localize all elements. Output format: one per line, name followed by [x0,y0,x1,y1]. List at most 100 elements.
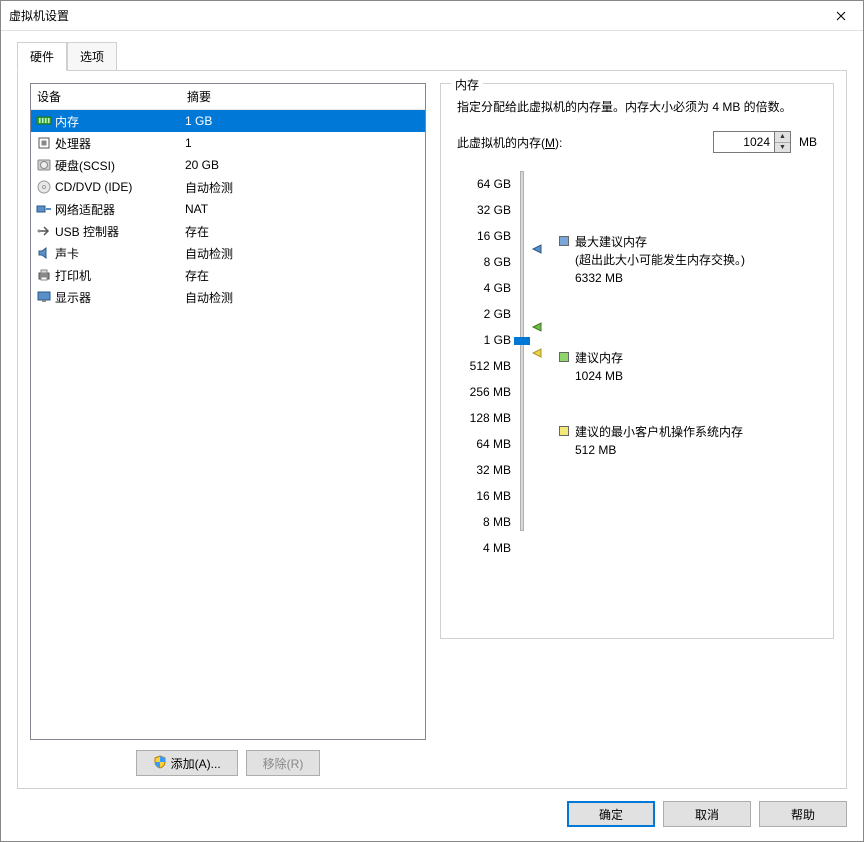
usb-icon [35,223,53,239]
tick-label: 16 GB [477,223,511,249]
tick-label: 128 MB [470,405,511,431]
device-row-printer[interactable]: 打印机存在 [31,264,425,286]
tick-label: 8 GB [484,249,511,275]
right-pane: 内存 指定分配给此虚拟机的内存量。内存大小必须为 4 MB 的倍数。 此虚拟机的… [440,83,834,776]
tick-label: 256 MB [470,379,511,405]
hdd-icon [35,157,53,173]
add-label: 添加(A)... [171,755,221,772]
memory-slider-area: 64 GB32 GB16 GB8 GB4 GB2 GB1 GB 512 MB 256… [457,171,817,561]
tick-label: 64 MB [476,431,511,457]
device-rows: 内存1 GB处理器1硬盘(SCSI)20 GBCD/DVD (IDE)自动检测网… [31,110,425,739]
memory-input[interactable] [713,131,775,153]
nic-icon [35,201,53,217]
triangle-left-icon [531,243,543,255]
device-summary: 自动检测 [185,179,421,196]
legend-min: 建议的最小客户机操作系统内存 512 MB [559,423,743,459]
device-row-cpu[interactable]: 处理器1 [31,132,425,154]
marker-min [531,347,543,359]
square-icon [559,236,569,246]
device-row-display[interactable]: 显示器自动检测 [31,286,425,308]
device-summary: 自动检测 [185,289,421,306]
col-device: 设备 [37,88,187,105]
shield-icon [153,755,167,772]
ok-button[interactable]: 确定 [567,801,655,827]
tick-label: 16 MB [476,483,511,509]
legend-min-title: 建议的最小客户机操作系统内存 [575,423,743,441]
triangle-left-icon [531,347,543,359]
cpu-icon [35,135,53,151]
titlebar: 虚拟机设置 [1,1,863,31]
tick-label: 1 GB [484,327,511,353]
legend: 最大建议内存 (超出此大小可能发生内存交换。) 6332 MB 建议内存 102… [559,171,817,561]
memory-spinner: ▲ ▼ [713,131,791,153]
spinner-arrows: ▲ ▼ [775,131,791,153]
remove-button: 移除(R) [246,750,321,776]
device-summary: NAT [185,202,421,216]
memory-unit: MB [799,135,817,149]
device-name: 打印机 [55,267,185,284]
slider-markers [531,171,549,561]
device-row-memory[interactable]: 内存1 GB [31,110,425,132]
remove-label: 移除(R) [263,755,304,772]
spinner-up[interactable]: ▲ [775,132,790,143]
device-name: USB 控制器 [55,223,185,240]
cd-icon [35,179,53,195]
device-name: 内存 [55,113,185,130]
help-button[interactable]: 帮助 [759,801,847,827]
tick-label: 64 GB [477,171,511,197]
device-row-usb[interactable]: USB 控制器存在 [31,220,425,242]
cancel-button[interactable]: 取消 [663,801,751,827]
memory-title: 内存 [451,76,483,93]
legend-rec-title: 建议内存 [575,349,623,367]
slider-track[interactable] [517,171,527,561]
tick-label: 32 GB [477,197,511,223]
left-buttons: 添加(A)... 移除(R) [30,750,426,776]
device-name: 显示器 [55,289,185,306]
spinner-down[interactable]: ▼ [775,143,790,153]
close-icon [836,11,846,21]
device-summary: 20 GB [185,158,421,172]
device-summary: 1 GB [185,114,421,128]
memory-input-label: 此虚拟机的内存(M): [457,134,562,151]
device-list: 设备 摘要 内存1 GB处理器1硬盘(SCSI)20 GBCD/DVD (IDE… [30,83,426,740]
legend-max-value: 6332 MB [575,269,745,287]
device-row-hdd[interactable]: 硬盘(SCSI)20 GB [31,154,425,176]
add-button[interactable]: 添加(A)... [136,750,238,776]
tab-options[interactable]: 选项 [67,42,117,71]
device-list-header: 设备 摘要 [31,84,425,110]
memory-input-row: 此虚拟机的内存(M): ▲ ▼ MB [457,131,817,153]
legend-rec-value: 1024 MB [575,367,623,385]
memory-groupbox: 内存 指定分配给此虚拟机的内存量。内存大小必须为 4 MB 的倍数。 此虚拟机的… [440,83,834,639]
col-summary: 摘要 [187,88,419,105]
legend-max-note: (超出此大小可能发生内存交换。) [575,251,745,269]
tab-body: 设备 摘要 内存1 GB处理器1硬盘(SCSI)20 GBCD/DVD (IDE… [17,70,847,789]
marker-max [531,243,543,255]
slider-thumb[interactable] [514,337,530,345]
device-row-sound[interactable]: 声卡自动检测 [31,242,425,264]
device-name: 网络适配器 [55,201,185,218]
device-name: CD/DVD (IDE) [55,180,185,194]
printer-icon [35,267,53,283]
vm-settings-window: 虚拟机设置 硬件 选项 设备 摘要 内存1 GB处理器1硬盘(SCSI)20 G… [0,0,864,842]
legend-min-value: 512 MB [575,441,743,459]
square-icon [559,426,569,436]
close-button[interactable] [818,1,863,30]
device-summary: 自动检测 [185,245,421,262]
tab-hardware[interactable]: 硬件 [17,42,67,71]
device-row-cd[interactable]: CD/DVD (IDE)自动检测 [31,176,425,198]
memory-desc: 指定分配给此虚拟机的内存量。内存大小必须为 4 MB 的倍数。 [457,98,817,117]
left-pane: 设备 摘要 内存1 GB处理器1硬盘(SCSI)20 GBCD/DVD (IDE… [30,83,426,776]
device-row-nic[interactable]: 网络适配器NAT [31,198,425,220]
device-name: 硬盘(SCSI) [55,157,185,174]
marker-rec [531,321,543,333]
square-icon [559,352,569,362]
tick-label: 4 GB [484,275,511,301]
device-name: 处理器 [55,135,185,152]
content: 硬件 选项 设备 摘要 内存1 GB处理器1硬盘(SCSI)20 GBCD/DV… [1,31,863,841]
legend-rec: 建议内存 1024 MB [559,349,623,385]
legend-max-title: 最大建议内存 [575,233,745,251]
display-icon [35,289,53,305]
tick-label: 2 GB [484,301,511,327]
tick-label: 4 MB [483,535,511,561]
memory-icon [35,113,53,129]
